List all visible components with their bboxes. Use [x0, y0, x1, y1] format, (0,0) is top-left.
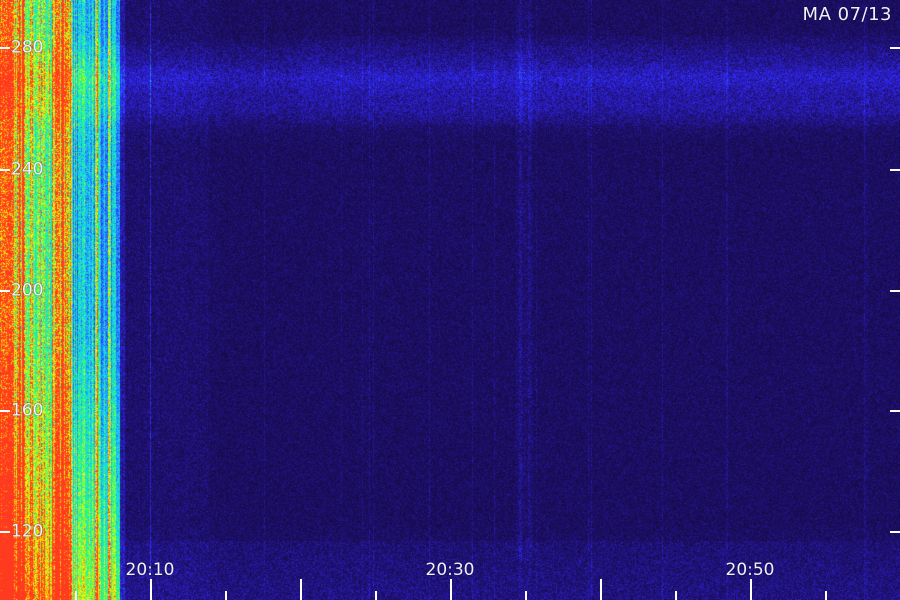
- spectrogram-image: [0, 0, 900, 600]
- spectrogram-panel: MA 07/13 280 240 200 160 120 20:10 20:30…: [0, 0, 900, 600]
